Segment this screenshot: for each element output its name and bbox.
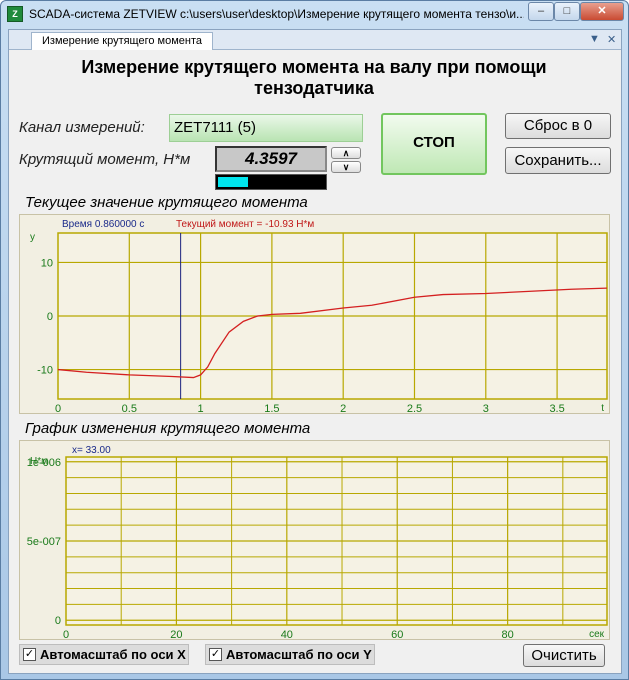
chart1-title: Текущее значение крутящего момента	[25, 194, 308, 211]
close-tab-icon[interactable]: ✕	[607, 33, 616, 46]
chevron-down-icon[interactable]: ▼	[589, 33, 600, 45]
x-tick-label: 1.5	[264, 403, 279, 415]
autoscale-x-checkbox[interactable]: ✓ Автомасштаб по оси X	[19, 644, 189, 665]
x-tick-label: 2	[340, 403, 346, 415]
current-value-label: Текущий момент = -10.93 Н*м	[176, 219, 314, 230]
y-tick-label: 0	[55, 615, 61, 627]
tab-torque-measurement[interactable]: Измерение крутящего момента	[31, 32, 214, 50]
cursor-time-label: Время 0.860000 с	[62, 219, 144, 230]
y-axis-label: y	[30, 232, 35, 243]
y-tick-label: -10	[37, 365, 53, 377]
save-button[interactable]: Сохранить...	[505, 147, 611, 174]
x-tick-label: 40	[281, 629, 293, 641]
torque-history-chart[interactable]: 0 20 40 60 80 1e-006 5e-007 0 Н*м сек x= 33.00	[19, 440, 610, 641]
autoscale-y-checkbox[interactable]: ✓ Автомасштаб по оси Y	[205, 644, 375, 665]
current-torque-plot: 0 0.5 1 1.5 2 2.5 3 3.5 10 0 -10 y t Время 0.860000 с…	[30, 219, 608, 415]
app-window: Z SCADA-система ZETVIEW c:\users\user\de…	[0, 0, 629, 680]
cursor-x-label: x= 33.00	[72, 445, 111, 456]
x-tick-label: 80	[502, 629, 514, 641]
level-indicator-fill	[218, 177, 249, 187]
torque-label: Крутящий момент, Н*м	[19, 151, 191, 168]
zet-app-icon: Z	[7, 6, 23, 22]
x-tick-label: 3	[483, 403, 489, 415]
page-title-line1: Измерение крутящего момента на валу при …	[81, 57, 547, 77]
level-indicator	[215, 174, 327, 190]
chart2-title: График изменения крутящего момента	[25, 420, 311, 437]
autoscale-y-check-icon: ✓	[209, 648, 222, 661]
title-bar[interactable]: Z SCADA-система ZETVIEW c:\users\user\de…	[1, 1, 628, 27]
torque-history-plot: 0 20 40 60 801e-0065e-0070Н*мсекx= 33.00	[27, 445, 608, 641]
maximize-button[interactable]: □	[554, 2, 580, 21]
x-tick-label: 20	[170, 629, 182, 641]
close-button[interactable]: ✕	[580, 2, 624, 21]
x-axis-label: сек	[589, 629, 605, 640]
y-tick-label: 5e-007	[27, 536, 61, 548]
channel-label: Канал измерений:	[19, 119, 145, 136]
page-title: Измерение крутящего момента на валу при …	[29, 57, 599, 99]
autoscale-x-check-icon: ✓	[23, 648, 36, 661]
autoscale-x-label: Автомасштаб по оси X	[40, 647, 186, 662]
x-tick-label: 0	[63, 629, 69, 641]
spin-down-button[interactable]: ∨	[331, 161, 361, 173]
x-tick-label: 60	[391, 629, 403, 641]
clear-button[interactable]: Очистить	[523, 644, 605, 667]
x-tick-label: 0	[55, 403, 61, 415]
reset-zero-button[interactable]: Сброс в 0	[505, 113, 611, 139]
current-torque-chart[interactable]: 0 0.5 1 1.5 2 2.5 3 3.5 10 0 -10 y t Время 0.860000 с…	[19, 214, 610, 415]
tab-strip: Измерение крутящего момента ▼ ✕	[9, 30, 621, 50]
autoscale-y-label: Автомасштаб по оси Y	[226, 647, 372, 662]
page-title-line2: тензодатчика	[254, 78, 374, 98]
document-area: Измерение крутящего момента ▼ ✕ Измерени…	[8, 29, 622, 674]
y-tick-label: 0	[47, 311, 53, 323]
torque-value-display: 4.3597	[215, 146, 327, 172]
x-tick-label: 2.5	[407, 403, 422, 415]
y-tick-label: 10	[41, 257, 53, 269]
channel-field[interactable]: ZET7111 (5)	[169, 114, 363, 142]
x-axis-label: t	[601, 403, 604, 414]
x-tick-label: 3.5	[549, 403, 564, 415]
x-tick-label: 1	[198, 403, 204, 415]
window-title: SCADA-система ZETVIEW c:\users\user\desk…	[29, 7, 524, 21]
stop-button[interactable]: СТОП	[381, 113, 487, 175]
y-axis-label: Н*м	[30, 456, 48, 467]
x-tick-label: 0.5	[122, 403, 137, 415]
spin-up-button[interactable]: ∧	[331, 147, 361, 159]
minimize-button[interactable]: –	[528, 2, 554, 21]
